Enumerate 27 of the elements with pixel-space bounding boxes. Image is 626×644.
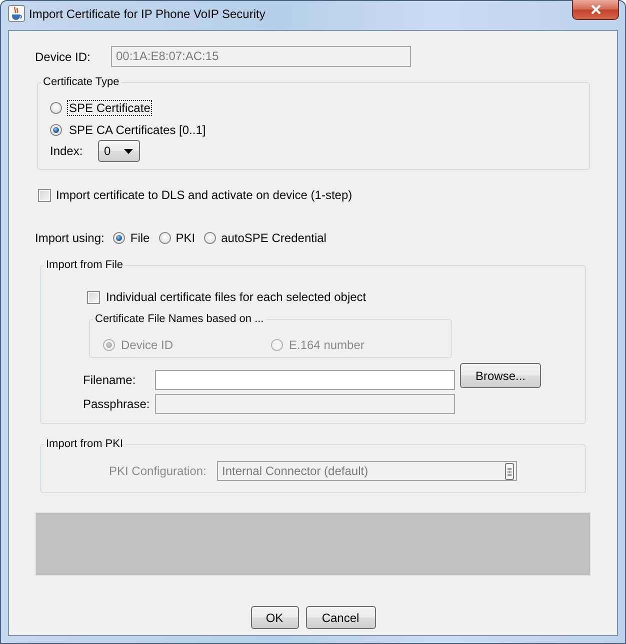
browse-button[interactable]: Browse...	[460, 363, 541, 388]
ok-button[interactable]: OK	[250, 606, 298, 629]
group-title: Import from PKI	[45, 437, 124, 451]
close-icon	[590, 5, 600, 14]
import-using-label: Import using:	[35, 231, 104, 245]
coffee-cup-icon	[8, 5, 25, 22]
filename-field[interactable]	[155, 370, 455, 390]
pki-configuration-label: PKI Configuration:	[109, 464, 208, 478]
window-title: Import Certificate for IP Phone VoIP Security	[29, 7, 266, 22]
caret-icon	[124, 148, 133, 154]
group-title: Certificate File Names based on ...	[94, 312, 265, 326]
radio-option[interactable]: PKI	[158, 231, 196, 245]
device-id-label: Device ID:	[35, 50, 92, 64]
group-title: Certificate Type	[42, 75, 120, 89]
radio-option[interactable]: autoSPE Credential	[204, 231, 326, 245]
dropdown-button-icon	[505, 462, 514, 480]
checkbox-option[interactable]: Individual certificate files for each selected object	[87, 288, 366, 306]
cancel-button[interactable]: Cancel	[306, 606, 376, 629]
radio-option[interactable]: File	[113, 231, 150, 245]
checkbox-option[interactable]: Import certificate to DLS and activate on device (1-step)	[38, 186, 352, 204]
filename-label: Filename:	[83, 372, 137, 389]
index-dropdown[interactable]: 0	[98, 140, 140, 162]
radio-option[interactable]: SPE CA Certificates [0..1]	[50, 120, 208, 140]
close-button[interactable]	[572, 0, 619, 20]
group-title: Import from File	[45, 258, 124, 272]
passphrase-label: Passphrase:	[83, 396, 151, 413]
index-label: Index:	[50, 144, 84, 158]
